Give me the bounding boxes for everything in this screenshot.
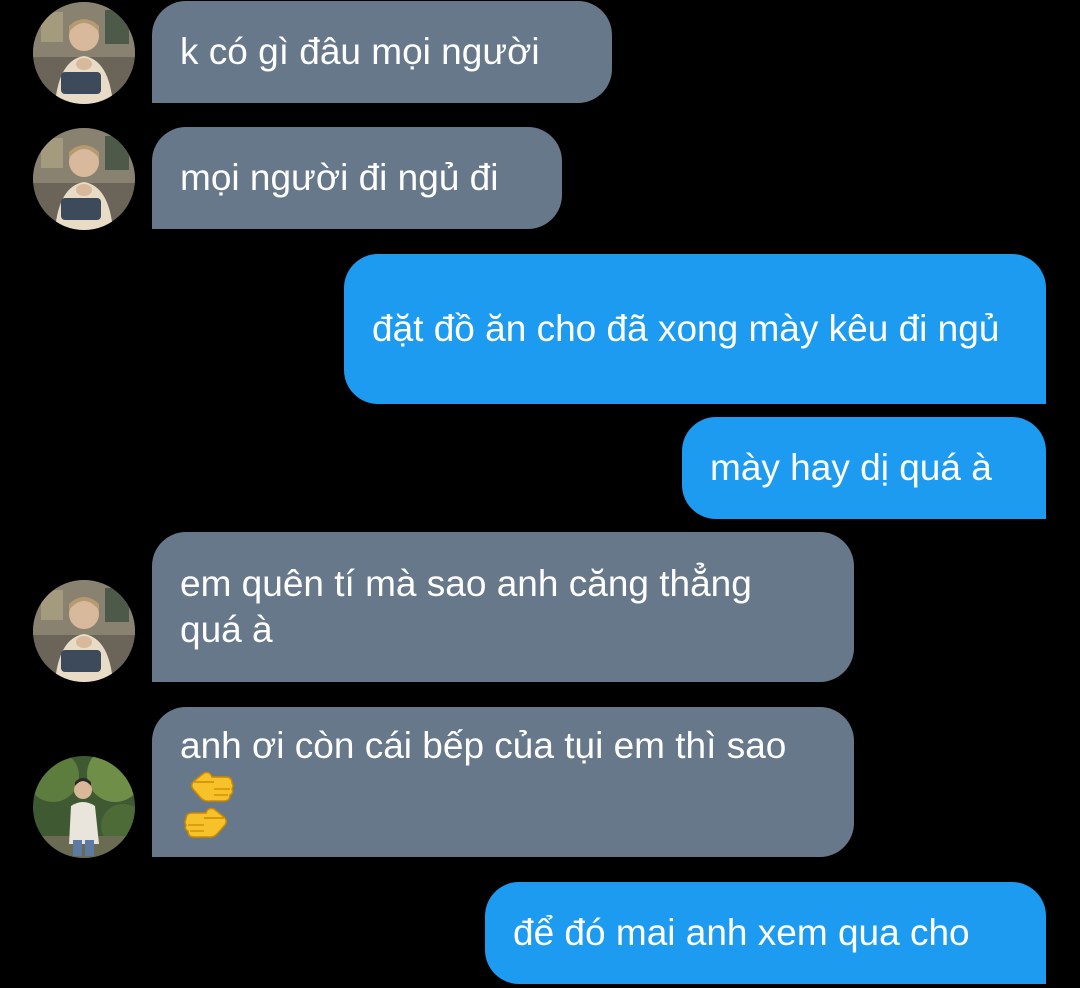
- message-bubble-outgoing[interactable]: để đó mai anh xem qua cho: [485, 882, 1046, 984]
- message-text: mọi người đi ngủ đi: [180, 157, 499, 198]
- message-bubble-incoming[interactable]: mọi người đi ngủ đi: [152, 127, 562, 229]
- message-bubble-outgoing[interactable]: đặt đồ ăn cho đã xong mày kêu đi ngủ: [344, 254, 1046, 404]
- message-content: anh ơi còn cái bếp của tụi em thì sao: [180, 723, 786, 841]
- sender-avatar[interactable]: [33, 128, 135, 230]
- backhand-index-pointing-right-icon: [184, 805, 786, 841]
- message-bubble-incoming[interactable]: em quên tí mà sao anh căng thẳng quá à: [152, 532, 854, 682]
- sender-avatar[interactable]: [33, 580, 135, 682]
- message-text: đặt đồ ăn cho đã xong mày kêu đi ngủ: [372, 308, 1000, 349]
- message-text: k có gì đâu mọi người: [180, 31, 540, 72]
- message-bubble-outgoing[interactable]: mày hay dị quá à: [682, 417, 1046, 519]
- message-bubble-incoming[interactable]: anh ơi còn cái bếp của tụi em thì sao: [152, 707, 854, 857]
- message-text: em quên tí mà sao anh căng thẳng quá à: [180, 563, 752, 650]
- backhand-index-pointing-left-icon: [190, 769, 786, 805]
- message-text: anh ơi còn cái bếp của tụi em thì sao: [180, 725, 787, 766]
- sender-avatar[interactable]: [33, 756, 135, 858]
- message-text: mày hay dị quá à: [710, 447, 992, 488]
- message-text: để đó mai anh xem qua cho: [513, 912, 970, 953]
- message-bubble-incoming[interactable]: k có gì đâu mọi người: [152, 1, 612, 103]
- sender-avatar[interactable]: [33, 2, 135, 104]
